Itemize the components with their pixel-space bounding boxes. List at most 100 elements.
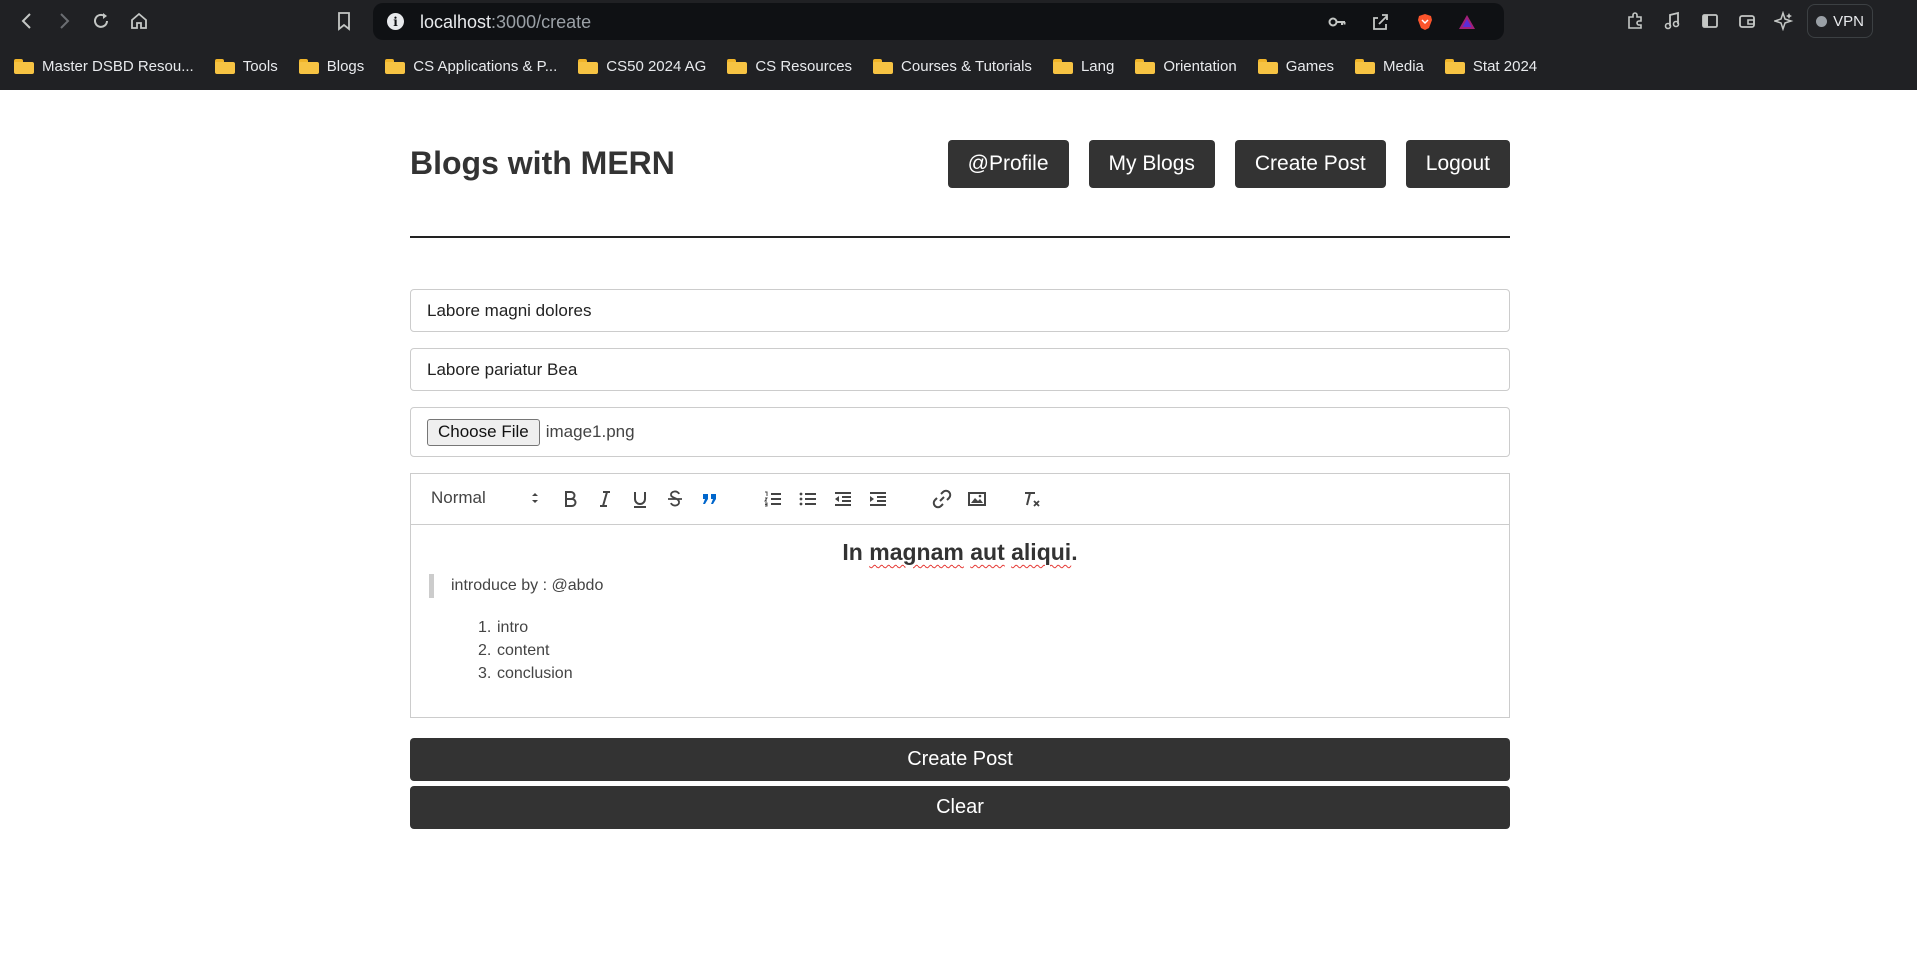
vpn-status-icon: [1816, 15, 1828, 27]
heading-word-misspelled: aliqui: [1011, 539, 1072, 565]
wallet-icon[interactable]: [1735, 9, 1759, 33]
bookmark-label: Media: [1383, 57, 1424, 75]
link-icon[interactable]: [931, 488, 953, 510]
folder-icon: [873, 58, 894, 74]
folder-icon: [1052, 58, 1073, 74]
rich-text-editor: Normal In magnam aut aliqui. introduce b…: [410, 473, 1510, 718]
bullet-list-icon[interactable]: [797, 488, 819, 510]
choose-file-button[interactable]: Choose File: [427, 418, 540, 446]
bookmark-folder[interactable]: Master DSBD Resou...: [14, 52, 194, 80]
bookmark-folder[interactable]: Tools: [214, 52, 278, 80]
list-item-text: content: [497, 642, 550, 659]
address-bar[interactable]: i localhost:3000/create: [373, 3, 1504, 40]
header-nav: @Profile My Blogs Create Post Logout: [947, 140, 1510, 188]
indent-icon[interactable]: [867, 488, 889, 510]
editor-heading: In magnam aut aliqui.: [429, 539, 1491, 566]
folder-icon: [1355, 58, 1376, 74]
reload-icon[interactable]: [89, 9, 113, 33]
vpn-button[interactable]: VPN: [1807, 4, 1873, 38]
file-name: image1.png: [545, 422, 635, 441]
heading-word-misspelled: aut: [970, 539, 1005, 565]
title-input[interactable]: Labore magni dolores: [410, 289, 1510, 332]
bookmark-label: CS Applications & P...: [413, 57, 558, 75]
create-post-submit-button[interactable]: Create Post: [410, 738, 1510, 781]
bookmark-folder[interactable]: Media: [1355, 52, 1424, 80]
home-icon[interactable]: [127, 9, 151, 33]
folder-icon: [1135, 58, 1156, 74]
clear-button[interactable]: Clear: [410, 786, 1510, 829]
bookmark-label: Courses & Tutorials: [901, 57, 1032, 75]
ordered-list-icon[interactable]: [762, 488, 784, 510]
italic-icon[interactable]: [594, 488, 616, 510]
strikethrough-icon[interactable]: [664, 488, 686, 510]
editor-toolbar: Normal: [411, 474, 1509, 525]
clear-format-icon[interactable]: [1021, 488, 1043, 510]
select-arrows-icon: [529, 490, 541, 506]
bookmark-label: Games: [1285, 57, 1335, 75]
list-item-number: 3.: [478, 665, 492, 682]
heading-word: In: [842, 539, 863, 565]
list-item: 2. content: [478, 639, 1491, 662]
logout-button[interactable]: Logout: [1405, 140, 1510, 188]
header-divider: [410, 236, 1510, 238]
site-brand[interactable]: Blogs with MERN: [410, 145, 675, 182]
folder-icon: [385, 58, 406, 74]
bookmark-icon[interactable]: [332, 9, 356, 33]
vpn-label: VPN: [1833, 12, 1864, 30]
bookmark-folder[interactable]: CS Applications & P...: [385, 52, 557, 80]
folder-icon: [578, 58, 599, 74]
site-info-icon[interactable]: i: [387, 13, 404, 30]
bookmark-label: CS50 2024 AG: [606, 57, 707, 75]
bookmark-folder[interactable]: Blogs: [298, 52, 365, 80]
share-icon[interactable]: [1369, 11, 1391, 33]
folder-icon: [1444, 58, 1465, 74]
bookmarks-bar: Master DSBD Resou... Tools Blogs CS Appl…: [0, 42, 1917, 90]
folder-icon: [214, 58, 235, 74]
outdent-icon[interactable]: [832, 488, 854, 510]
my-blogs-button[interactable]: My Blogs: [1088, 140, 1215, 188]
list-item: 3. conclusion: [478, 662, 1491, 685]
format-select-value: Normal: [431, 488, 486, 507]
bookmark-label: Blogs: [326, 57, 365, 75]
bookmark-label: Tools: [242, 57, 278, 75]
heading-word-misspelled: magnam: [869, 539, 964, 565]
brave-rewards-icon[interactable]: [1456, 11, 1478, 33]
sidebar-icon[interactable]: [1698, 9, 1722, 33]
list-item-text: intro: [497, 619, 529, 636]
url-text[interactable]: localhost:3000/create: [420, 12, 591, 33]
underline-icon[interactable]: [629, 488, 651, 510]
brave-shields-icon[interactable]: [1414, 11, 1436, 33]
bookmark-label: Stat 2024: [1472, 57, 1538, 75]
url-host: localhost: [420, 12, 492, 32]
create-post-nav-button[interactable]: Create Post: [1234, 140, 1386, 188]
list-item: 1. intro: [478, 616, 1491, 639]
bold-icon[interactable]: [559, 488, 581, 510]
summary-input[interactable]: Labore pariatur Bea: [410, 348, 1510, 391]
folder-icon: [727, 58, 748, 74]
bookmark-folder[interactable]: Courses & Tutorials: [873, 52, 1032, 80]
bookmark-label: Orientation: [1163, 57, 1237, 75]
bookmark-folder[interactable]: Stat 2024: [1444, 52, 1538, 80]
media-icon[interactable]: [1660, 9, 1684, 33]
bookmark-folder[interactable]: Games: [1257, 52, 1335, 80]
header-format-select[interactable]: Normal: [431, 488, 541, 508]
back-icon[interactable]: [15, 9, 39, 33]
bookmark-folder[interactable]: CS50 2024 AG: [578, 52, 706, 80]
forward-icon[interactable]: [52, 9, 76, 33]
heading-punctuation: .: [1071, 539, 1078, 565]
extensions-icon[interactable]: [1623, 9, 1647, 33]
folder-icon: [298, 58, 319, 74]
editor-content[interactable]: In magnam aut aliqui. introduce by : @ab…: [411, 525, 1509, 717]
blockquote-icon[interactable]: [699, 488, 721, 510]
folder-icon: [14, 58, 34, 74]
bookmark-folder[interactable]: Lang: [1052, 52, 1114, 80]
image-icon[interactable]: [966, 488, 988, 510]
leo-ai-icon[interactable]: [1772, 9, 1796, 33]
bookmark-label: Master DSBD Resou...: [42, 57, 194, 75]
file-input[interactable]: Choose File image1.png: [410, 407, 1510, 457]
bookmark-folder[interactable]: CS Resources: [727, 52, 852, 80]
key-icon[interactable]: [1326, 11, 1348, 33]
bookmark-folder[interactable]: Orientation: [1135, 52, 1237, 80]
editor-ordered-list: 1. intro 2. content 3. conclusion: [429, 616, 1491, 685]
profile-button[interactable]: @Profile: [947, 140, 1069, 188]
